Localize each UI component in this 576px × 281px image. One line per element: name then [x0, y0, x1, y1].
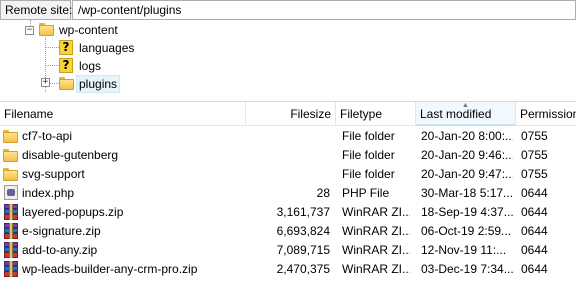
- tree-item-languages[interactable]: languages: [77, 39, 136, 57]
- file-modified: 18-Sep-19 4:37...: [421, 205, 513, 219]
- unknown-folder-icon: ?: [59, 58, 75, 74]
- column-header-filetype[interactable]: Filetype: [336, 102, 416, 126]
- file-modified: 30-Mar-18 5:17...: [421, 186, 513, 200]
- file-row[interactable]: wp-leads-builder-any-crm-pro.zip 2,470,3…: [0, 260, 576, 279]
- file-size: [230, 146, 330, 165]
- collapse-icon[interactable]: −: [25, 26, 34, 35]
- folder-icon: [3, 147, 19, 163]
- file-type: WinRAR ZI...: [342, 224, 410, 238]
- file-type: File folder: [342, 167, 395, 181]
- remote-path-input[interactable]: /wp-content/plugins: [72, 0, 576, 20]
- file-size: 28: [316, 186, 330, 200]
- tree-connector: [45, 65, 59, 66]
- tree-item-wp-content[interactable]: wp-content: [57, 21, 120, 39]
- file-type: File folder: [342, 129, 395, 143]
- file-row[interactable]: layered-popups.zip 3,161,737 WinRAR ZI..…: [0, 203, 576, 222]
- folder-icon: [59, 76, 75, 92]
- file-permissions: 0644: [521, 243, 548, 257]
- column-header-last-modified-label: Last modified: [420, 107, 492, 121]
- unknown-folder-icon: ?: [59, 40, 75, 56]
- column-header-filesize[interactable]: Filesize: [246, 102, 336, 126]
- column-header-last-modified[interactable]: ▲ Last modified: [416, 102, 516, 126]
- sort-ascending-icon: ▲: [462, 102, 469, 109]
- folder-icon: [3, 166, 19, 182]
- column-header-filename[interactable]: Filename: [0, 102, 246, 126]
- file-row[interactable]: e-signature.zip 6,693,824 WinRAR ZI... 0…: [0, 222, 576, 241]
- file-row[interactable]: add-to-any.zip 7,089,715 WinRAR ZI... 12…: [0, 241, 576, 260]
- file-row[interactable]: cf7-to-api File folder 20-Jan-20 8:00:..…: [0, 127, 576, 146]
- file-size: 7,089,715: [276, 243, 330, 257]
- file-permissions: 0644: [521, 205, 548, 219]
- file-permissions: 0644: [521, 186, 548, 200]
- file-permissions: 0644: [521, 262, 548, 276]
- remote-directory-tree[interactable]: − wp-content ? languages ? logs + plugin…: [0, 20, 576, 96]
- file-type: File folder: [342, 148, 395, 162]
- rar-archive-icon: [3, 261, 19, 277]
- file-modified: 20-Jan-20 9:46:...: [421, 148, 513, 162]
- file-permissions: 0755: [521, 148, 548, 162]
- file-modified: 03-Dec-19 7:34...: [421, 262, 513, 276]
- file-permissions: 0644: [521, 224, 548, 238]
- php-file-icon: [3, 185, 19, 201]
- file-row[interactable]: svg-support File folder 20-Jan-20 9:47:.…: [0, 165, 576, 184]
- remote-site-label: Remote site:: [0, 0, 72, 20]
- file-permissions: 0755: [521, 129, 548, 143]
- folder-icon: [3, 128, 19, 144]
- file-size: [230, 127, 330, 146]
- tree-item-logs[interactable]: logs: [77, 57, 103, 75]
- file-row[interactable]: disable-gutenberg File folder 20-Jan-20 …: [0, 146, 576, 165]
- tree-connector: [45, 47, 59, 48]
- file-list-header: Filename Filesize Filetype ▲ Last modifi…: [0, 102, 576, 126]
- folder-open-icon: [39, 22, 55, 38]
- file-size: 6,693,824: [276, 224, 330, 238]
- rar-archive-icon: [3, 204, 19, 220]
- file-type: WinRAR ZI...: [342, 262, 410, 276]
- file-permissions: 0755: [521, 167, 548, 181]
- file-size: [230, 165, 330, 184]
- tree-connector: [50, 83, 59, 84]
- file-modified: 20-Jan-20 8:00:...: [421, 129, 513, 143]
- rar-archive-icon: [3, 242, 19, 258]
- file-modified: 06-Oct-19 2:59...: [421, 224, 512, 238]
- expand-icon[interactable]: +: [41, 78, 50, 87]
- file-type: PHP File: [342, 186, 390, 200]
- rar-archive-icon: [3, 223, 19, 239]
- file-modified: 20-Jan-20 9:47:...: [421, 167, 513, 181]
- file-size: 3,161,737: [276, 205, 330, 219]
- file-modified: 12-Nov-19 11:...: [421, 243, 507, 257]
- column-header-permissions[interactable]: Permission: [516, 102, 576, 126]
- file-row[interactable]: index.php 28 PHP File 30-Mar-18 5:17... …: [0, 184, 576, 203]
- file-type: WinRAR ZI...: [342, 205, 410, 219]
- remote-site-bar: Remote site: /wp-content/plugins: [0, 0, 576, 20]
- tree-item-plugins[interactable]: plugins: [76, 75, 121, 93]
- file-size: 2,470,375: [276, 262, 330, 276]
- file-type: WinRAR ZI...: [342, 243, 410, 257]
